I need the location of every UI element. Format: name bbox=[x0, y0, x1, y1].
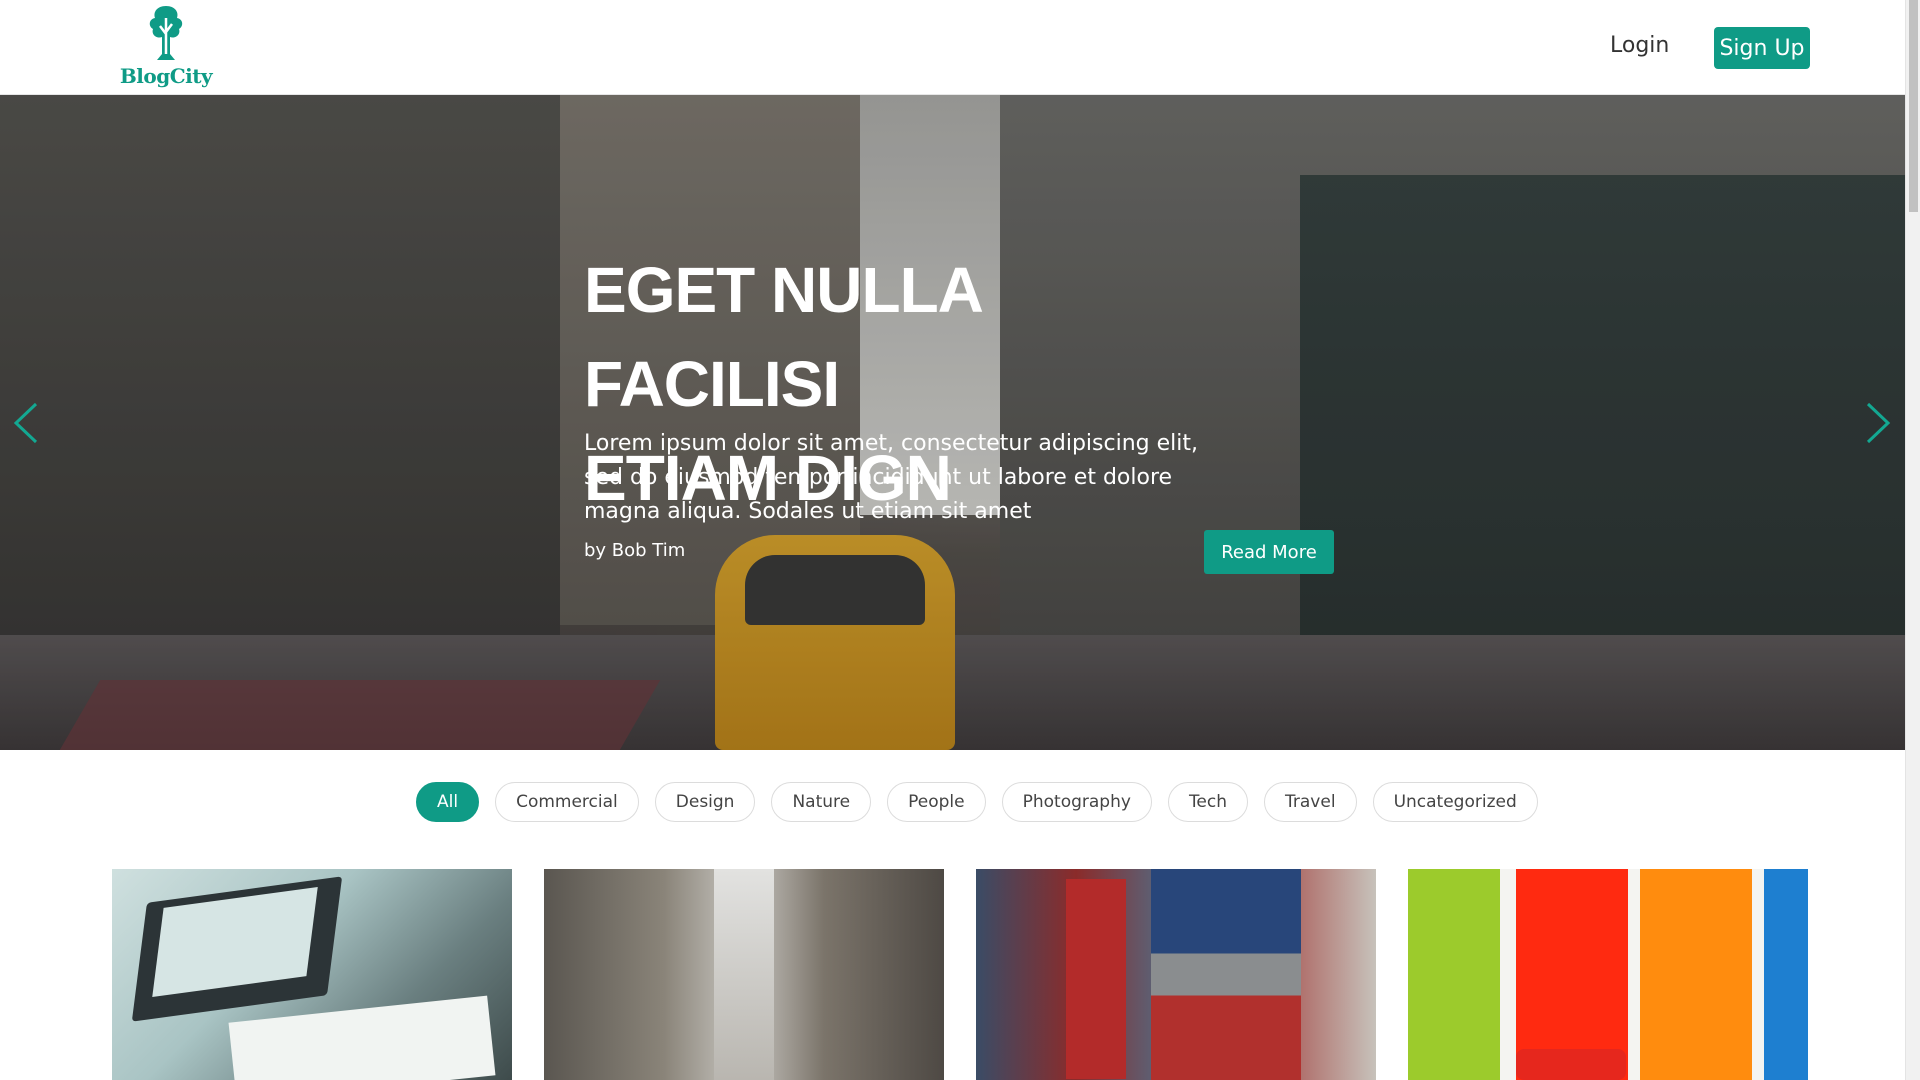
category-filter-uncategorized[interactable]: Uncategorized bbox=[1372, 782, 1538, 822]
category-filter-tech[interactable]: Tech bbox=[1167, 782, 1249, 822]
tree-logo-icon bbox=[149, 6, 183, 60]
chevron-left-icon bbox=[13, 402, 38, 444]
hero-author: by Bob Tim bbox=[584, 540, 686, 561]
container-stack-illustration bbox=[1151, 869, 1301, 1080]
hero-title-line: EGET NULLA FACILISI bbox=[584, 254, 982, 420]
chevron-right-icon bbox=[1866, 402, 1891, 444]
street-sky-illustration bbox=[714, 869, 774, 1080]
paper-illustration bbox=[228, 995, 496, 1080]
category-filter-photography[interactable]: Photography bbox=[1001, 782, 1152, 822]
page-scrollbar[interactable] bbox=[1905, 0, 1920, 1080]
paint-roller-illustration bbox=[1516, 1049, 1626, 1080]
container-stack-illustration bbox=[1066, 879, 1126, 1079]
category-filter-people[interactable]: People bbox=[887, 782, 986, 822]
post-card-image[interactable] bbox=[544, 869, 944, 1080]
category-filter-nature[interactable]: Nature bbox=[771, 782, 872, 822]
read-more-button[interactable]: Read More bbox=[1204, 530, 1334, 574]
slider-next-button[interactable] bbox=[1856, 398, 1896, 448]
post-card-image[interactable] bbox=[1408, 869, 1808, 1080]
category-filter-bar: All Commercial Design Nature People Phot… bbox=[416, 782, 1538, 822]
post-card-image[interactable] bbox=[112, 869, 512, 1080]
category-filter-design[interactable]: Design bbox=[654, 782, 756, 822]
hero-description: Lorem ipsum dolor sit amet, consectetur … bbox=[584, 431, 1198, 524]
hero-slider: EGET NULLA FACILISI ETIAM DIGN Lorem ips… bbox=[0, 95, 1905, 750]
slider-prev-button[interactable] bbox=[8, 398, 48, 448]
logo-text: BlogCity bbox=[119, 64, 213, 88]
site-logo[interactable]: BlogCity bbox=[120, 4, 213, 92]
category-filter-all[interactable]: All bbox=[416, 782, 480, 822]
post-grid bbox=[112, 869, 1808, 1080]
site-header: BlogCity Login Sign Up bbox=[0, 0, 1905, 95]
category-filter-travel[interactable]: Travel bbox=[1264, 782, 1357, 822]
login-link[interactable]: Login bbox=[1610, 33, 1669, 58]
category-filter-commercial[interactable]: Commercial bbox=[495, 782, 639, 822]
post-card-image[interactable] bbox=[976, 869, 1376, 1080]
scrollbar-thumb[interactable] bbox=[1909, 0, 1918, 212]
signup-button[interactable]: Sign Up bbox=[1714, 27, 1810, 69]
